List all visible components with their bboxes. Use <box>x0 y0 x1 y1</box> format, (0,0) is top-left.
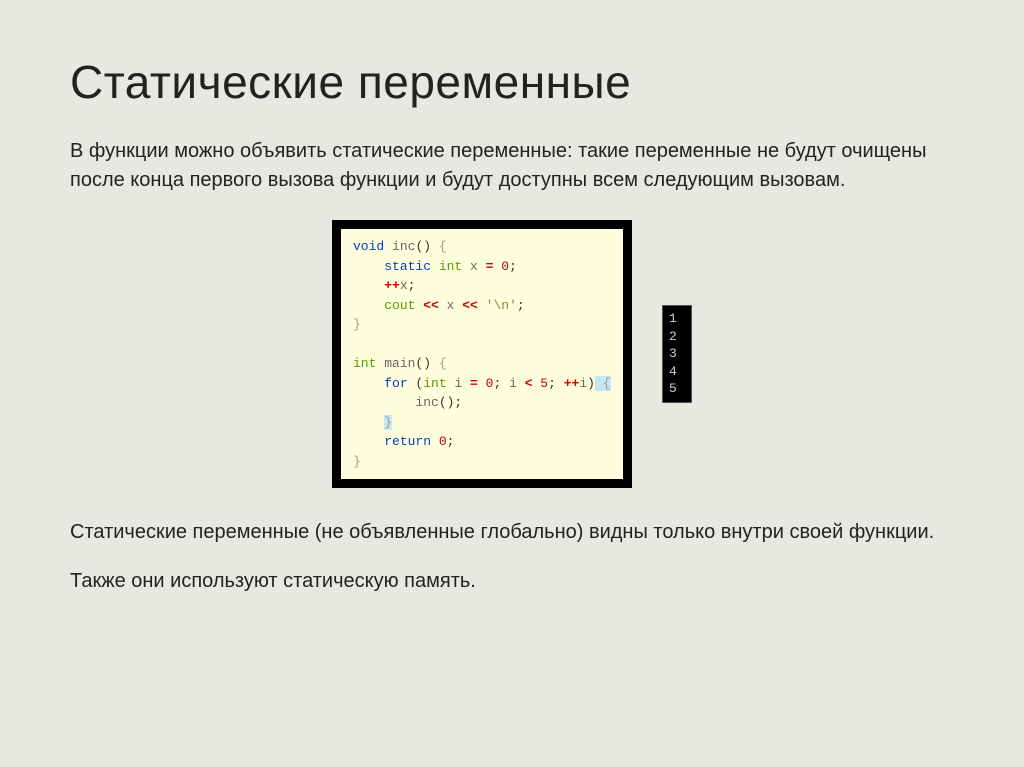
code-example-area: void inc() { static int x = 0; ++x; cout… <box>70 220 954 488</box>
output-line: 4 <box>669 363 683 381</box>
output-line: 2 <box>669 328 683 346</box>
scope-paragraph: Статические переменные (не объявленные г… <box>70 518 954 547</box>
intro-paragraph: В функции можно объявить статические пер… <box>70 137 954 195</box>
memory-paragraph: Также они используют статическую память. <box>70 567 954 596</box>
source-code-box: void inc() { static int x = 0; ++x; cout… <box>332 220 632 488</box>
slide-title: Статические переменные <box>70 55 954 109</box>
program-output-box: 1 2 3 4 5 <box>662 305 692 403</box>
output-line: 5 <box>669 380 683 398</box>
output-line: 1 <box>669 310 683 328</box>
output-line: 3 <box>669 345 683 363</box>
